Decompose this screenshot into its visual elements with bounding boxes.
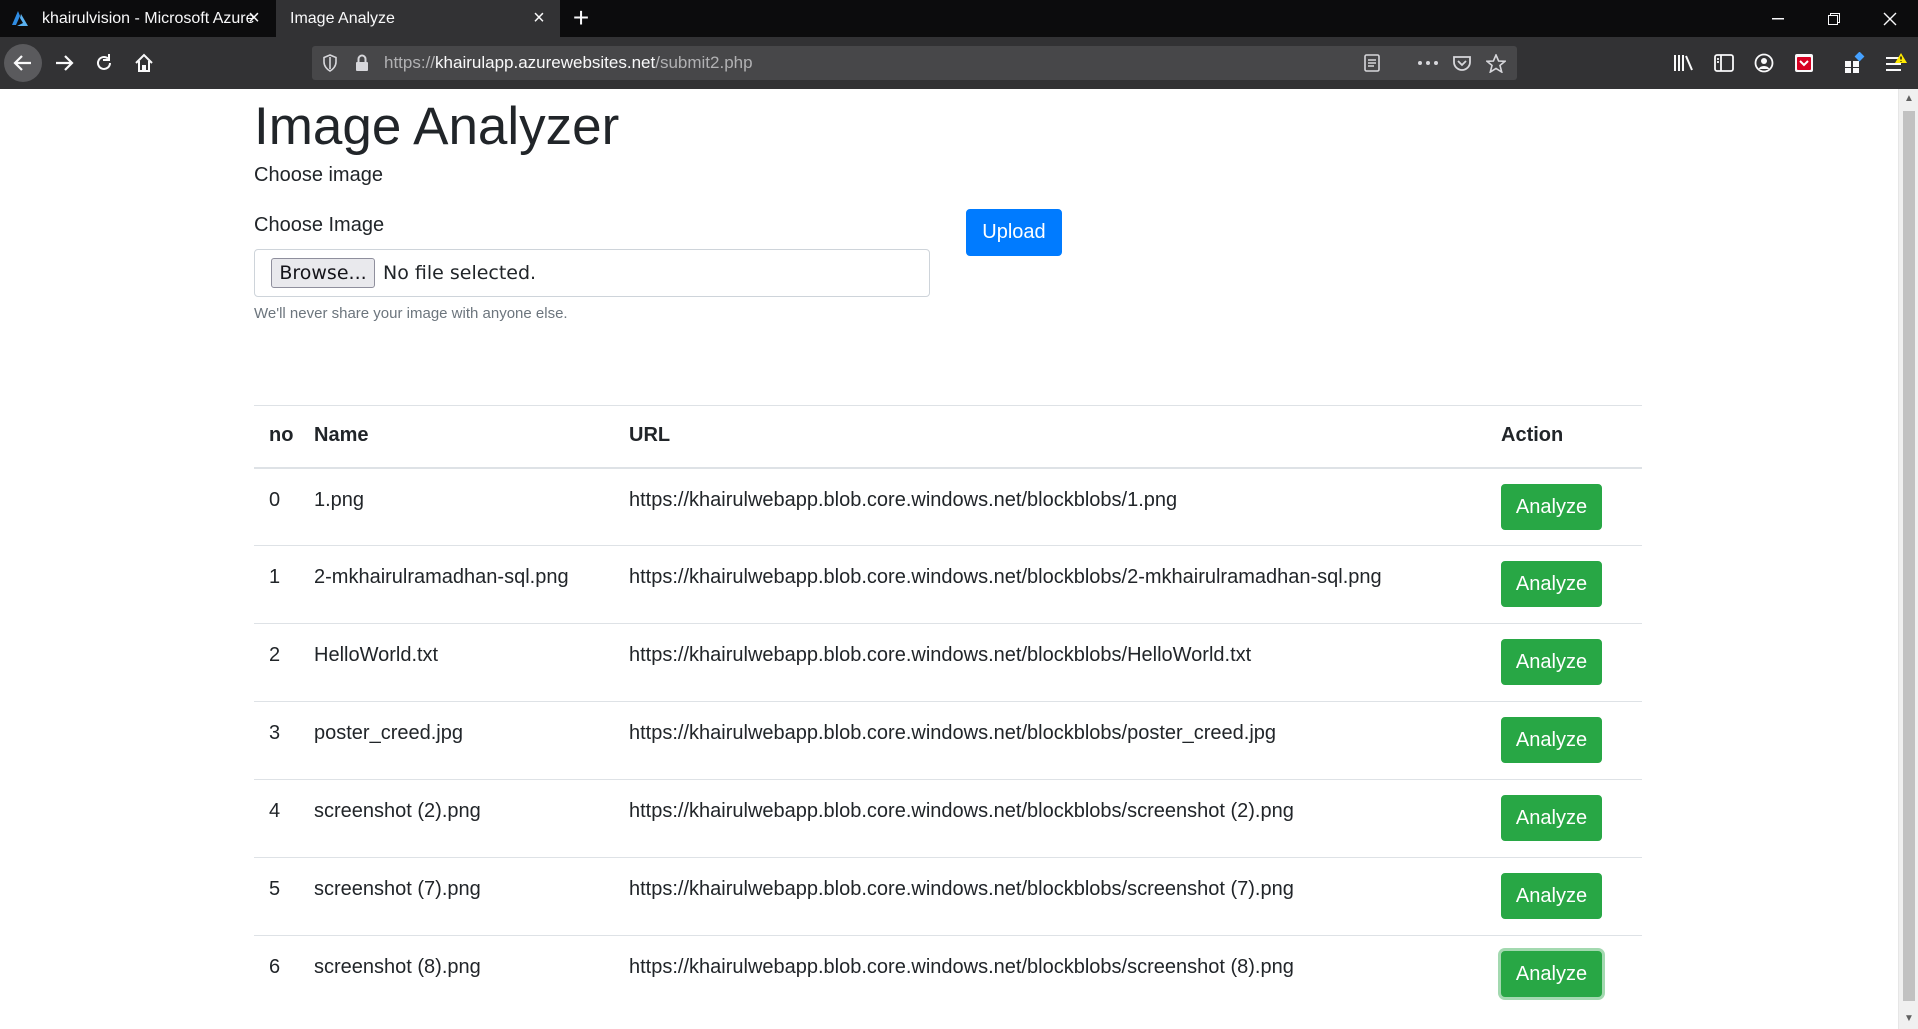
analyze-button[interactable]: Analyze (1501, 795, 1602, 841)
cell-name: 2-mkhairulramadhan-sql.png (314, 566, 569, 588)
home-icon[interactable] (126, 45, 162, 81)
analyze-button[interactable]: Analyze (1501, 561, 1602, 607)
account-icon[interactable] (1752, 51, 1776, 75)
cell-url: https://khairulwebapp.blob.core.windows.… (629, 878, 1294, 900)
forward-arrow-icon[interactable] (46, 45, 82, 81)
cell-action: Analyze (1501, 468, 1642, 546)
analyze-button[interactable]: Analyze (1501, 483, 1602, 530)
cell-url: https://khairulwebapp.blob.core.windows.… (629, 800, 1294, 822)
more-actions-icon[interactable] (1418, 53, 1438, 73)
url-host: khairulapp.azurewebsites.net (435, 53, 656, 72)
table-row: 5 screenshot (7).png https://khairulweba… (254, 858, 1642, 936)
reload-icon[interactable] (86, 45, 122, 81)
cell-no: 3 (269, 722, 281, 744)
table-row: 4 screenshot (2).png https://khairulweba… (254, 780, 1642, 858)
close-window-icon[interactable] (1862, 0, 1918, 37)
cell-name: screenshot (2).png (314, 800, 481, 822)
choose-image-heading: Choose image (254, 164, 383, 186)
table-row: 2 HelloWorld.txt https://khairulwebapp.b… (254, 624, 1642, 702)
sidebar-icon[interactable] (1712, 51, 1736, 75)
cell-action: Analyze (1501, 780, 1642, 858)
cell-action: Analyze (1501, 546, 1642, 624)
new-tab-icon[interactable]: + (567, 4, 595, 32)
table-row: 6 screenshot (8).png https://khairulweba… (254, 936, 1642, 1014)
file-status-text: No file selected. (383, 262, 537, 284)
tab-azure[interactable]: khairulvision - Microsoft Azure × (0, 0, 275, 37)
tab-label: Image Analyze (290, 9, 395, 27)
header-no: no (269, 424, 294, 446)
header-name: Name (314, 424, 369, 446)
address-bar[interactable]: https://khairulapp.azurewebsites.net/sub… (312, 46, 1517, 80)
cell-name: screenshot (7).png (314, 878, 481, 900)
file-input[interactable]: Browse... No file selected. (254, 249, 930, 297)
tab-strip: khairulvision - Microsoft Azure × Image … (0, 0, 1918, 37)
lock-icon[interactable] (352, 53, 372, 73)
vertical-scrollbar[interactable]: ▲ ▼ (1898, 89, 1918, 1029)
cell-no: 2 (269, 644, 281, 666)
scroll-thumb[interactable] (1903, 111, 1915, 1001)
back-arrow-icon[interactable] (4, 44, 42, 82)
analyze-button[interactable]: Analyze (1501, 717, 1602, 763)
table-row: 1 2-mkhairulramadhan-sql.png https://kha… (254, 546, 1642, 624)
page-viewport: Image Analyzer Choose image Choose Image… (0, 89, 1898, 1029)
cell-action: Analyze (1501, 936, 1642, 1014)
cell-no: 1 (269, 566, 281, 588)
cell-name: poster_creed.jpg (314, 722, 463, 744)
analyze-button[interactable]: Analyze (1501, 951, 1602, 997)
nav-toolbar: https://khairulapp.azurewebsites.net/sub… (0, 37, 1918, 89)
cell-url: https://khairulwebapp.blob.core.windows.… (629, 566, 1382, 588)
bookmark-star-icon[interactable] (1486, 53, 1506, 73)
cell-no: 5 (269, 878, 281, 900)
extension-pocket-icon[interactable] (1792, 51, 1816, 75)
blob-table: no Name URL Action 0 1.png https://khair… (254, 405, 1642, 1014)
close-tab-icon[interactable]: × (245, 8, 263, 28)
library-icon[interactable] (1672, 51, 1696, 75)
shield-icon[interactable] (320, 53, 340, 73)
url-path: /submit2.php (655, 53, 753, 72)
cell-no: 0 (269, 488, 281, 511)
azure-icon (10, 9, 30, 29)
cell-action: Analyze (1501, 858, 1642, 936)
extensions-icon[interactable] (1842, 51, 1866, 75)
cell-name: screenshot (8).png (314, 956, 481, 978)
table-row: 3 poster_creed.jpg https://khairulwebapp… (254, 702, 1642, 780)
header-action: Action (1501, 424, 1564, 446)
cell-action: Analyze (1501, 702, 1642, 780)
upload-button[interactable]: Upload (966, 209, 1062, 256)
tab-image-analyze[interactable]: Image Analyze × (276, 0, 560, 37)
cell-action: Analyze (1501, 624, 1642, 702)
url-text[interactable]: https://khairulapp.azurewebsites.net/sub… (384, 53, 753, 73)
minimize-icon[interactable] (1750, 0, 1806, 37)
cell-url: https://khairulwebapp.blob.core.windows.… (629, 644, 1252, 666)
pocket-icon[interactable] (1452, 53, 1472, 73)
cell-url: https://khairulwebapp.blob.core.windows.… (629, 488, 1178, 511)
cell-no: 4 (269, 800, 281, 822)
restore-icon[interactable] (1806, 0, 1862, 37)
table-row: 0 1.png https://khairulwebapp.blob.core.… (254, 468, 1642, 546)
analyze-button[interactable]: Analyze (1501, 873, 1602, 919)
cell-url: https://khairulwebapp.blob.core.windows.… (629, 956, 1294, 978)
tab-label: khairulvision - Microsoft Azure (42, 9, 255, 27)
table-header-row: no Name URL Action (254, 405, 1642, 468)
file-field-label: Choose Image (254, 214, 385, 236)
cell-no: 6 (269, 956, 281, 978)
close-tab-icon[interactable]: × (530, 8, 548, 28)
browse-button[interactable]: Browse... (271, 258, 375, 288)
reader-view-icon[interactable] (1362, 53, 1382, 73)
menu-icon[interactable] (1884, 51, 1908, 75)
scroll-up-icon[interactable]: ▲ (1903, 93, 1915, 105)
url-scheme: https:// (384, 53, 436, 72)
cell-url: https://khairulwebapp.blob.core.windows.… (629, 722, 1277, 744)
header-url: URL (629, 424, 671, 446)
help-text: We'll never share your image with anyone… (254, 305, 568, 322)
page-title: Image Analyzer (254, 97, 620, 156)
cell-name: 1.png (314, 488, 365, 511)
cell-name: HelloWorld.txt (314, 644, 439, 666)
scroll-down-icon[interactable]: ▼ (1903, 1013, 1915, 1025)
analyze-button[interactable]: Analyze (1501, 639, 1602, 685)
